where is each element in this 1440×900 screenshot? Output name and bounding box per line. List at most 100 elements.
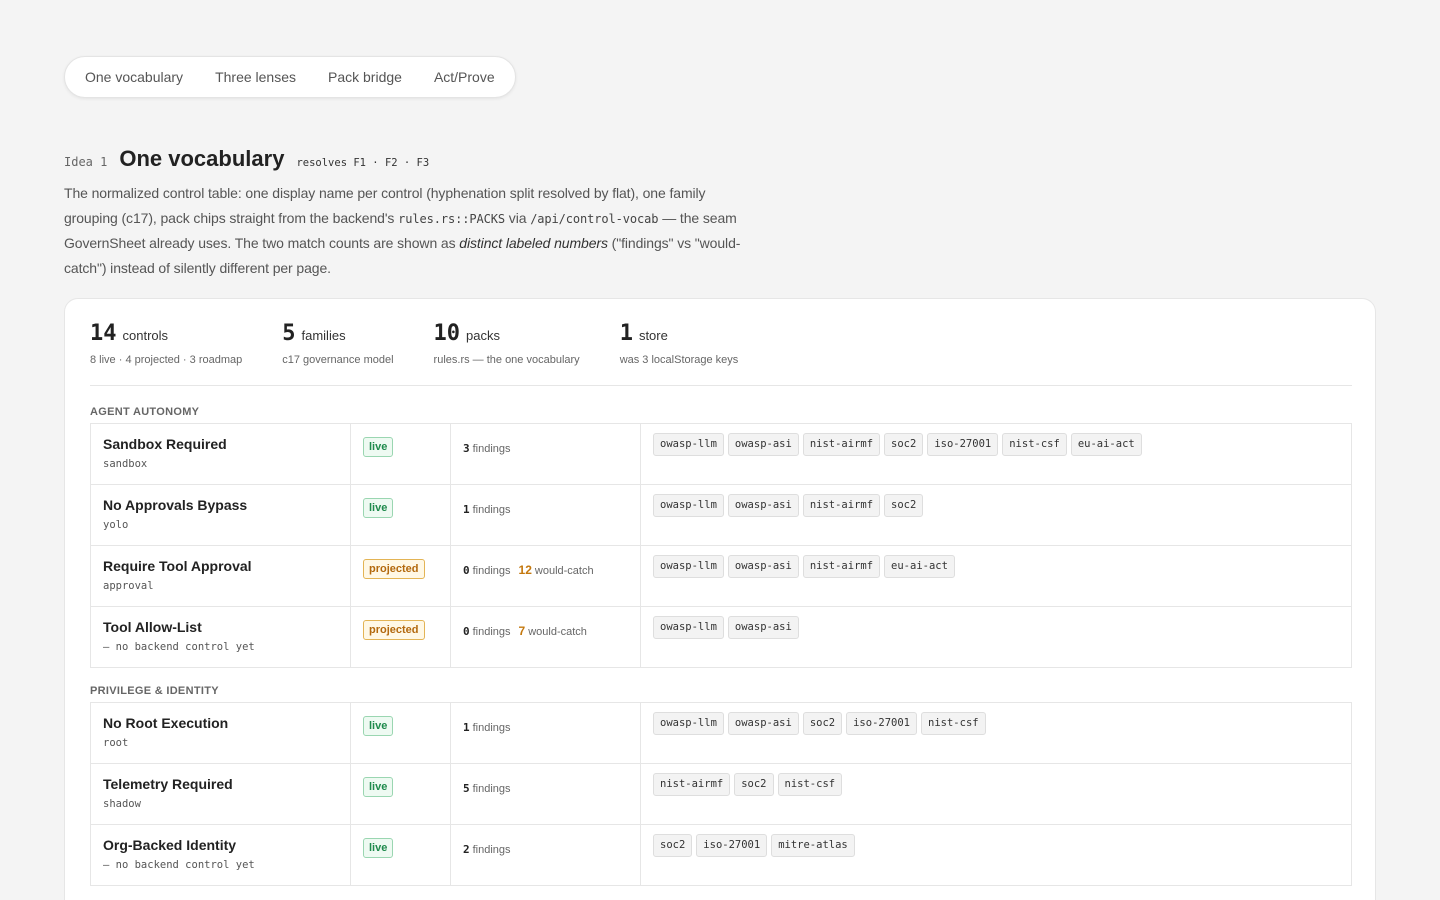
pack-chip[interactable]: owasp-llm [653, 616, 724, 639]
code-packs: rules.rs::PACKS [398, 211, 505, 226]
status-badge: projected [363, 559, 425, 579]
would-catch-count: 12 would-catch [519, 563, 594, 577]
pack-chip[interactable]: nist-airmf [653, 773, 731, 796]
control-cell: Tool Allow-List — no backend control yet [90, 606, 351, 668]
control-table-card: 14 controls 8 live · 4 projected · 3 road… [64, 298, 1376, 900]
tab-act-prove[interactable]: Act/Prove [434, 69, 495, 85]
would-catch-number: 7 [518, 624, 526, 638]
counts-cell: 3 findings [450, 423, 641, 485]
stat-number: 5 [282, 321, 296, 346]
pack-chip[interactable]: soc2 [653, 834, 693, 857]
table-row[interactable]: No Approvals Bypass yolo live 1 findings owas… [90, 484, 1352, 546]
control-name: No Root Execution [103, 715, 229, 731]
match-counts: 2 findings [463, 843, 511, 856]
control-name: Tool Allow-List [103, 619, 202, 635]
stat-unit: store [638, 328, 668, 343]
status-badge: live [363, 716, 394, 736]
idea-description: The normalized control table: one displa… [64, 181, 754, 280]
match-counts: 1 findings [463, 721, 511, 734]
table-row[interactable]: Org-Backed Identity — no backend control … [90, 824, 1352, 886]
counts-cell: 5 findings [450, 763, 641, 825]
table-row[interactable]: Require Tool Approval approval projected 0 f… [90, 545, 1352, 607]
counts-cell: 1 findings [450, 702, 641, 764]
packs-cell: owasp-llm owasp-asi nist-airmf eu-ai-act [640, 545, 1352, 607]
would-catch-count: 7 would-catch [518, 624, 587, 638]
pack-chip[interactable]: iso-27001 [846, 712, 918, 735]
table-row[interactable]: Sandbox Required sandbox live 3 findings owas… [90, 423, 1352, 485]
pack-chip[interactable]: owasp-asi [727, 616, 799, 639]
match-counts: 3 findings [463, 442, 511, 455]
pack-chip[interactable]: eu-ai-act [1070, 433, 1142, 456]
findings-label: findings [472, 565, 511, 577]
status-cell: live [350, 763, 451, 825]
code-endpoint: /api/control-vocab [530, 211, 659, 226]
tab-pack-bridge[interactable]: Pack bridge [328, 69, 402, 85]
family-label: PRIVILEGE & IDENTITY [90, 685, 219, 697]
findings-number: 0 [463, 564, 470, 577]
tab-three-lenses[interactable]: Three lenses [215, 69, 296, 85]
family-section: AGENT AUTONOMY Sandbox Required sandbox liv… [90, 401, 1352, 668]
desc-emphasis: distinct labeled numbers [459, 235, 608, 251]
pack-chip[interactable]: owasp-asi [727, 712, 799, 735]
findings-number: 5 [463, 782, 470, 795]
pack-chip[interactable]: owasp-asi [727, 555, 799, 578]
family-label: AGENT AUTONOMY [90, 406, 200, 418]
stat-number: 10 [433, 321, 461, 346]
control-key: sandbox [103, 458, 148, 470]
family-section: PRIVILEGE & IDENTITY No Root Execution roo… [90, 680, 1352, 886]
pack-chip[interactable]: nist-csf [1002, 433, 1067, 456]
would-catch-label: would-catch [534, 565, 594, 577]
stat-controls: 14 controls 8 live · 4 projected · 3 road… [90, 321, 242, 366]
table-row[interactable]: Tool Allow-List — no backend control yet p… [90, 606, 1352, 668]
findings-number: 0 [463, 625, 470, 638]
packs-cell: soc2 iso-27001 mitre-atlas [640, 824, 1352, 886]
pack-chip[interactable]: eu-ai-act [884, 555, 955, 578]
findings-label: findings [472, 844, 511, 856]
findings-count: 5 findings [463, 782, 511, 795]
findings-number: 2 [463, 843, 470, 856]
match-counts: 5 findings [463, 782, 511, 795]
pack-chip[interactable]: owasp-llm [653, 494, 724, 517]
status-cell: projected [350, 545, 451, 607]
stat-subtext: c17 governance model [282, 354, 394, 366]
pack-chip[interactable]: iso-27001 [696, 834, 768, 857]
match-counts: 0 findings 7 would-catch [463, 624, 587, 638]
stat-unit: packs [466, 328, 501, 343]
control-key: shadow [103, 798, 141, 810]
pack-chip[interactable]: nist-csf [777, 773, 843, 796]
pack-chip[interactable]: owasp-llm [653, 433, 724, 456]
pack-chip[interactable]: owasp-llm [653, 555, 724, 578]
pack-chip[interactable]: iso-27001 [927, 433, 999, 456]
pack-chip[interactable]: nist-airmf [802, 555, 881, 578]
table-row[interactable]: No Root Execution root live 1 findings owasp-… [90, 702, 1352, 764]
stat-families: 5 families c17 governance model [282, 321, 393, 366]
stats-row: 14 controls 8 live · 4 projected · 3 road… [90, 321, 778, 366]
findings-label: findings [472, 783, 511, 795]
status-badge: projected [363, 620, 425, 640]
stat-store: 1 store was 3 localStorage keys [620, 321, 739, 366]
pack-chip[interactable]: soc2 [734, 773, 774, 796]
pack-chip[interactable]: nist-airmf [802, 494, 881, 517]
table-row[interactable]: Telemetry Required shadow live 5 findings nis… [90, 763, 1352, 825]
pack-chip[interactable]: soc2 [884, 433, 924, 456]
control-name: Telemetry Required [103, 776, 233, 792]
pack-chip[interactable]: nist-airmf [802, 433, 881, 456]
counts-cell: 1 findings [450, 484, 641, 546]
tab-one-vocabulary[interactable]: One vocabulary [85, 69, 183, 85]
status-cell: live [350, 484, 451, 546]
pack-chip[interactable]: mitre-atlas [771, 834, 855, 857]
status-cell: projected [350, 606, 451, 668]
status-cell: live [350, 423, 451, 485]
pack-chip[interactable]: soc2 [884, 494, 924, 517]
pack-chip[interactable]: owasp-llm [653, 712, 724, 735]
pack-chip[interactable]: nist-csf [921, 712, 986, 735]
findings-count: 0 findings [463, 625, 511, 638]
counts-cell: 2 findings [450, 824, 641, 886]
pack-chip[interactable]: soc2 [802, 712, 843, 735]
pack-chip[interactable]: owasp-asi [727, 494, 799, 517]
findings-count: 0 findings [463, 564, 511, 577]
pack-chip[interactable]: owasp-asi [727, 433, 799, 456]
packs-cell: owasp-llm owasp-asi [640, 606, 1352, 668]
divider [90, 385, 1352, 386]
stat-unit: families [301, 328, 346, 343]
